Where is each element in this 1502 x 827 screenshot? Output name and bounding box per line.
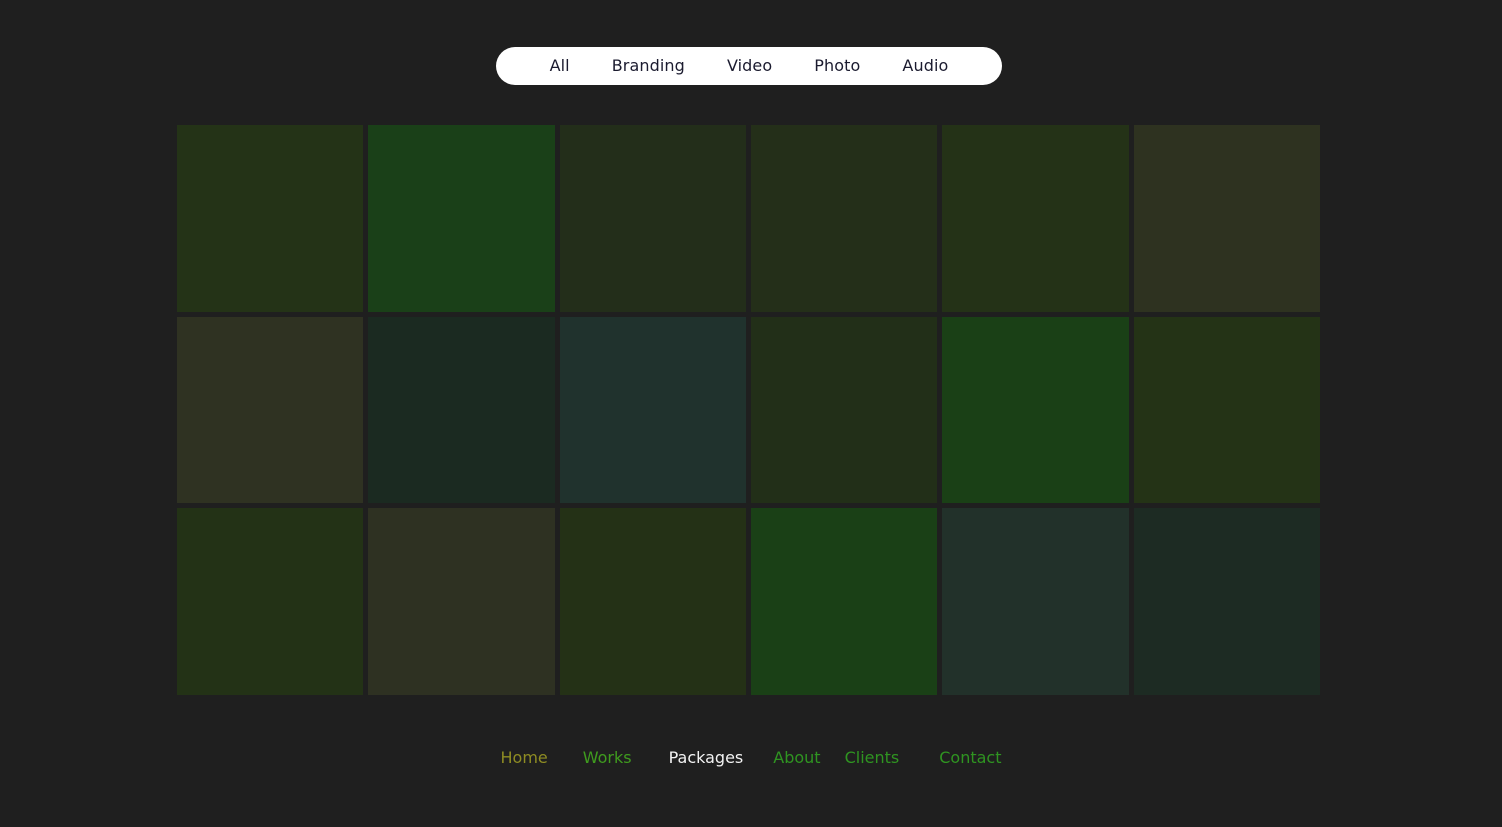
gallery-tile[interactable] — [177, 508, 364, 695]
filter-item-branding[interactable]: Branding — [591, 58, 706, 74]
gallery-tile[interactable] — [177, 125, 364, 312]
filter-item-photo[interactable]: Photo — [793, 58, 881, 74]
filter-item-all[interactable]: All — [529, 58, 591, 74]
gallery-tile[interactable] — [559, 316, 746, 504]
nav-item-contact[interactable]: Contact — [939, 750, 1001, 766]
nav-item-works[interactable]: Works — [583, 750, 632, 766]
gallery-tile[interactable] — [559, 508, 746, 695]
filter-item-audio[interactable]: Audio — [881, 58, 969, 74]
gallery-tile[interactable] — [1133, 125, 1320, 312]
gallery-tile[interactable] — [750, 508, 938, 695]
gallery-tile[interactable] — [368, 316, 555, 504]
nav-item-packages[interactable]: Packages — [669, 750, 744, 766]
gallery-tile[interactable] — [1133, 508, 1320, 695]
gallery-tile[interactable] — [368, 125, 555, 312]
nav-item-clients[interactable]: Clients — [845, 750, 900, 766]
gallery-tile[interactable] — [750, 316, 938, 504]
portfolio-gallery-grid — [177, 125, 1320, 695]
gallery-tile[interactable] — [177, 316, 364, 504]
gallery-tile[interactable] — [559, 125, 746, 312]
gallery-tile[interactable] — [942, 508, 1129, 695]
category-filter-bar[interactable]: All Branding Video Photo Audio — [496, 47, 1002, 85]
app-root: All Branding Video Photo Audio Home Work… — [0, 0, 1502, 827]
gallery-tile[interactable] — [942, 125, 1129, 312]
site-bottom-nav[interactable]: Home Works Packages About Clients Contac… — [0, 750, 1502, 766]
nav-item-home[interactable]: Home — [501, 750, 548, 766]
nav-item-about[interactable]: About — [773, 750, 820, 766]
gallery-tile[interactable] — [1133, 316, 1320, 504]
filter-item-video[interactable]: Video — [706, 58, 793, 74]
gallery-tile[interactable] — [750, 125, 938, 312]
gallery-tile[interactable] — [368, 508, 555, 695]
gallery-tile[interactable] — [942, 316, 1129, 504]
